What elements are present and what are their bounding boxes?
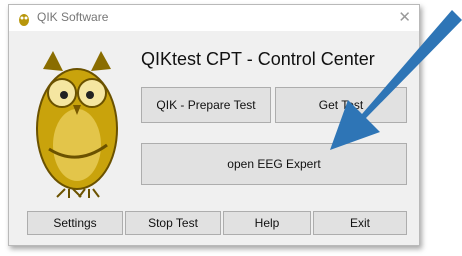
owl-mascot	[36, 51, 118, 198]
headline: QIKtest CPT - Control Center	[141, 49, 375, 69]
open-eeg-expert-button[interactable]: open EEG Expert	[141, 143, 407, 185]
app-window: QIK Software ✕ QIKtest CPT - Control Cen…	[8, 4, 420, 246]
exit-button[interactable]: Exit	[313, 211, 407, 235]
settings-button[interactable]: Settings	[27, 211, 123, 235]
owl-app-icon	[19, 14, 29, 26]
close-icon[interactable]: ✕	[398, 8, 411, 26]
title-bar: QIK Software ✕	[9, 5, 419, 31]
help-button[interactable]: Help	[223, 211, 311, 235]
get-test-button[interactable]: Get Test	[275, 87, 407, 123]
window-title: QIK Software	[37, 10, 109, 24]
stop-test-button[interactable]: Stop Test	[125, 211, 221, 235]
prepare-test-button[interactable]: QIK - Prepare Test	[141, 87, 271, 123]
